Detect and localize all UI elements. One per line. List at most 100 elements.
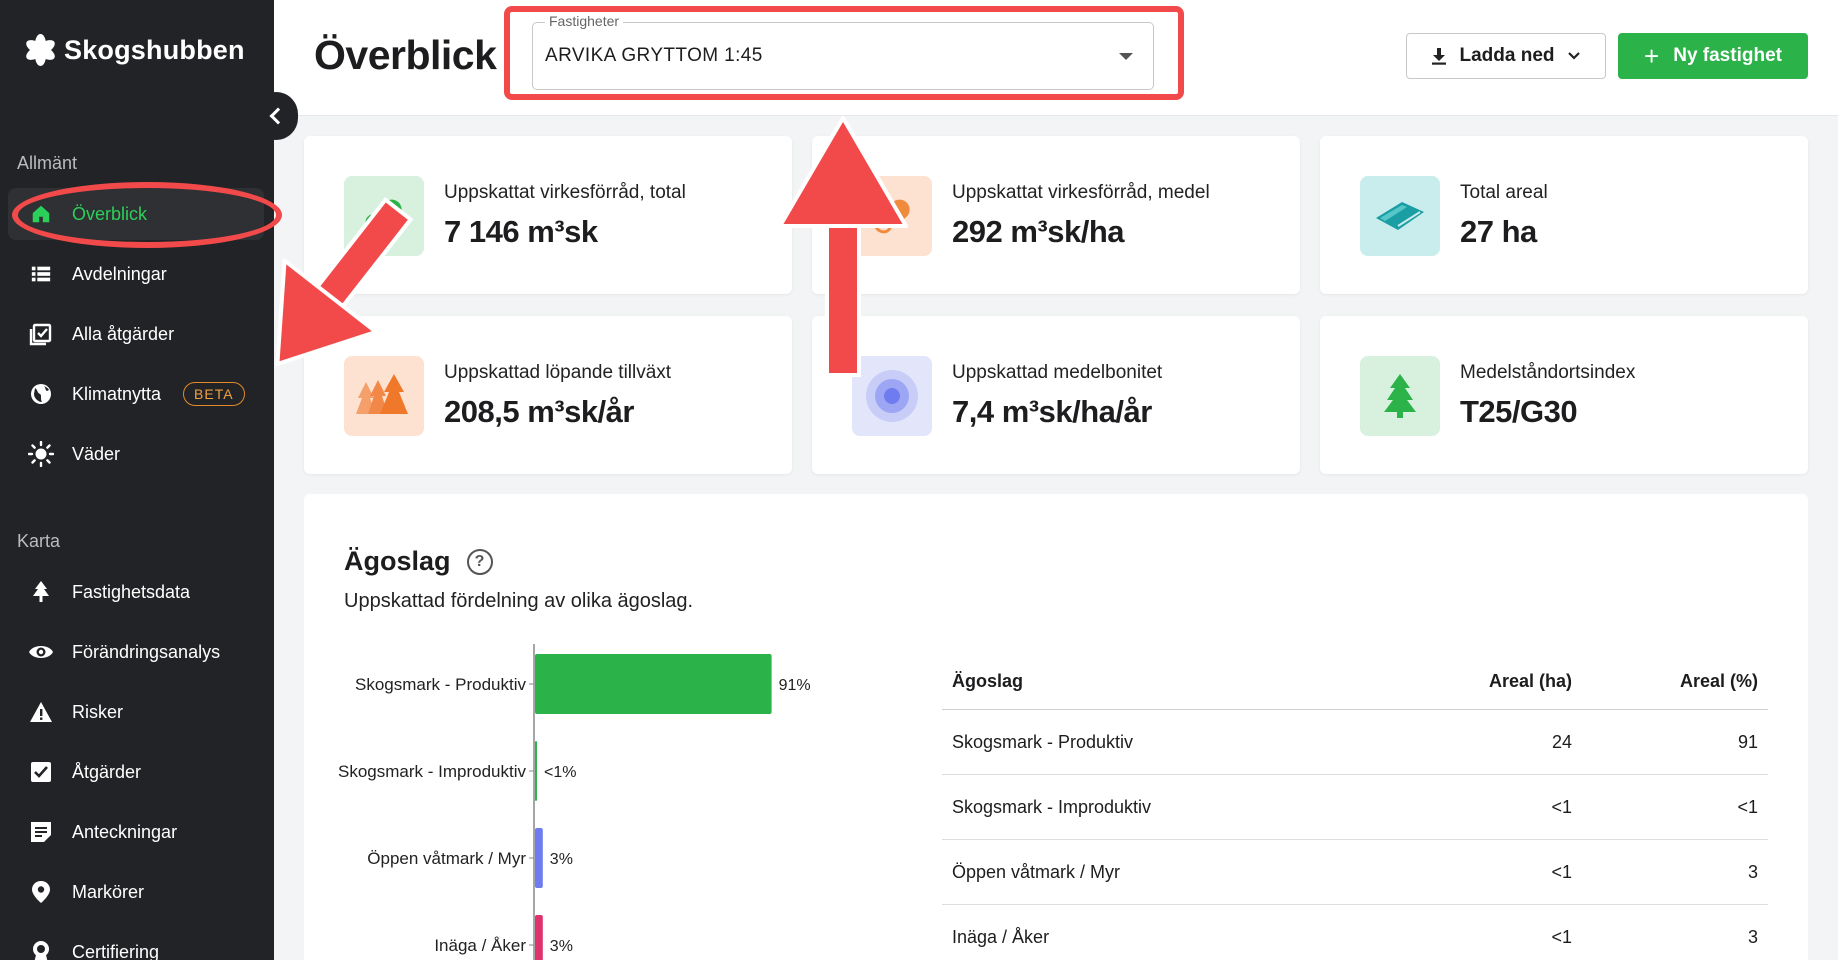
section-label-karta: Karta <box>17 531 61 551</box>
forest-icon <box>344 356 424 436</box>
sidebar-item-label: Markörer <box>72 881 145 902</box>
table-row: Skogsmark - Improduktiv <1 <1 <box>942 775 1768 840</box>
chart-category-label: Skogsmark - Produktiv <box>355 675 526 694</box>
chart-category-label: Inäga / Åker <box>434 936 526 955</box>
target-icon <box>852 356 932 436</box>
sidebar-item-label: Alla åtgärder <box>72 323 175 344</box>
sidebar-item-atgarder[interactable]: Åtgärder <box>8 746 264 798</box>
sidebar-item-label: Åtgärder <box>72 761 142 782</box>
sidebar-item-risker[interactable]: Risker <box>8 686 264 738</box>
note-icon <box>28 819 54 845</box>
app-logo[interactable]: Skogshubben <box>23 34 245 66</box>
plus-icon: + <box>1644 41 1660 71</box>
warning-icon <box>28 699 54 725</box>
stat-title: Uppskattat virkesförråd, total <box>444 182 686 203</box>
stat-card-volume-mean: Uppskattat virkesförråd, medel 292 m³sk/… <box>812 136 1300 294</box>
sidebar-item-label: Certifiering <box>72 941 160 960</box>
chart-bar[interactable] <box>535 741 537 801</box>
stat-value: 292 m³sk/ha <box>952 214 1125 249</box>
chart-bar[interactable] <box>535 915 543 960</box>
stat-value: 208,5 m³sk/år <box>444 394 634 429</box>
app-name: Skogshubben <box>64 34 245 65</box>
sidebar-item-avdelningar[interactable]: Avdelningar <box>8 248 264 300</box>
chart-bar[interactable] <box>535 654 772 714</box>
stat-card-total-area: Total areal 27 ha <box>1320 136 1808 294</box>
stat-title: Uppskattat virkesförråd, medel <box>952 182 1210 203</box>
sidebar-item-markorer[interactable]: Markörer <box>8 866 264 918</box>
table-header: Ägoslag Areal (ha) Areal (%) <box>942 654 1768 710</box>
sidebar-item-label: Klimatnytta <box>72 383 162 404</box>
table-cell: 91 <box>1737 731 1758 752</box>
checklist-icon <box>28 321 54 347</box>
checkbox-icon <box>28 759 54 785</box>
sidebar-item-certifiering[interactable]: Certifiering <box>8 926 264 960</box>
stat-card-site-index: Uppskattad medelbonitet 7,4 m³sk/ha/år <box>812 316 1300 474</box>
stat-value: 27 ha <box>1460 214 1537 249</box>
sidebar-item-vader[interactable]: Väder <box>8 428 264 480</box>
stat-card-volume-total: Uppskattat virkesförråd, total 7 146 m³s… <box>304 136 792 294</box>
stat-card-growth: Uppskattad löpande tillväxt 208,5 m³sk/å… <box>304 316 792 474</box>
highlight-box-property-select <box>504 6 1184 100</box>
certificate-icon <box>28 939 54 960</box>
collapse-sidebar-button[interactable] <box>254 92 298 140</box>
table-cell: 3 <box>1747 861 1758 882</box>
download-icon <box>1432 48 1447 65</box>
download-button-label: Ladda ned <box>1459 45 1555 66</box>
sidebar-item-label: Väder <box>72 443 121 464</box>
globe-icon <box>28 381 54 407</box>
help-icon[interactable]: ? <box>466 548 493 575</box>
table-cell: Inäga / Åker <box>952 926 1050 947</box>
chart-data-label: 3% <box>550 851 573 868</box>
page-title: Överblick <box>314 32 497 78</box>
table-row: Inäga / Åker <1 3 <box>942 905 1768 960</box>
spruce-icon <box>1360 356 1440 436</box>
eye-icon <box>28 639 54 665</box>
table-cell: <1 <box>1551 926 1572 947</box>
chart-data-label: 91% <box>779 677 811 694</box>
list-icon <box>28 261 54 287</box>
sidebar-item-label: Avdelningar <box>72 263 167 284</box>
area-icon <box>1360 176 1440 256</box>
table-cell: Skogsmark - Improduktiv <box>952 796 1152 817</box>
sidebar-item-fastighetsdata[interactable]: Fastighetsdata <box>8 566 264 618</box>
sidebar-item-label: Fastighetsdata <box>72 581 191 602</box>
sidebar-item-label: Anteckningar <box>72 821 178 842</box>
stat-card-soil-index: Medelståndortsindex T25/G30 <box>1320 316 1808 474</box>
table-cell: <1 <box>1737 796 1758 817</box>
new-property-button[interactable]: + Ny fastighet <box>1618 33 1808 79</box>
sidebar-item-klimatnytta[interactable]: Klimatnytta BETA <box>8 368 264 420</box>
chart-category-label: Skogsmark - Improduktiv <box>338 762 526 781</box>
stat-title: Uppskattad löpande tillväxt <box>444 362 672 383</box>
log-icon <box>852 176 932 256</box>
chart-bar[interactable] <box>535 828 543 888</box>
sidebar-item-alla-atgarder[interactable]: Alla åtgärder <box>8 308 264 360</box>
agoslag-table: Ägoslag Areal (ha) Areal (%) Skogsmark -… <box>942 654 1768 960</box>
table-cell: 3 <box>1747 926 1758 947</box>
chart-data-label: <1% <box>544 764 576 781</box>
agoslag-subtitle: Uppskattad fördelning av olika ägoslag. <box>344 590 694 612</box>
chart-category-label: Öppen våtmark / Myr <box>367 849 526 868</box>
section-label-allmant: Allmänt <box>17 153 78 173</box>
sidebar-item-label: Risker <box>72 701 124 722</box>
beta-badge: BETA <box>183 382 245 406</box>
pin-icon <box>28 879 54 905</box>
column-header: Ägoslag <box>952 671 1024 691</box>
stat-value: 7 146 m³sk <box>444 214 598 249</box>
agoslag-title: Ägoslag ? <box>344 546 493 577</box>
sidebar-item-anteckningar[interactable]: Anteckningar <box>8 806 264 858</box>
table-cell: Öppen våtmark / Myr <box>952 861 1121 882</box>
agoslag-panel: Ägoslag ? Uppskattad fördelning av olika… <box>304 494 1808 960</box>
table-cell: 24 <box>1551 731 1572 752</box>
chevron-down-icon <box>1567 52 1580 60</box>
download-button[interactable]: Ladda ned <box>1406 33 1606 79</box>
sidebar-item-label: Förändringsanalys <box>72 641 221 662</box>
sidebar-item-forandringsanalys[interactable]: Förändringsanalys <box>8 626 264 678</box>
table-cell: <1 <box>1551 861 1572 882</box>
column-header: Areal (%) <box>1679 671 1758 691</box>
stat-title: Uppskattad medelbonitet <box>952 362 1163 383</box>
stat-value: T25/G30 <box>1460 394 1578 429</box>
column-header: Areal (ha) <box>1488 671 1572 691</box>
agoslag-title-text: Ägoslag <box>344 546 451 576</box>
table-row: Skogsmark - Produktiv 24 91 <box>942 710 1768 775</box>
new-property-button-label: Ny fastighet <box>1673 45 1782 66</box>
